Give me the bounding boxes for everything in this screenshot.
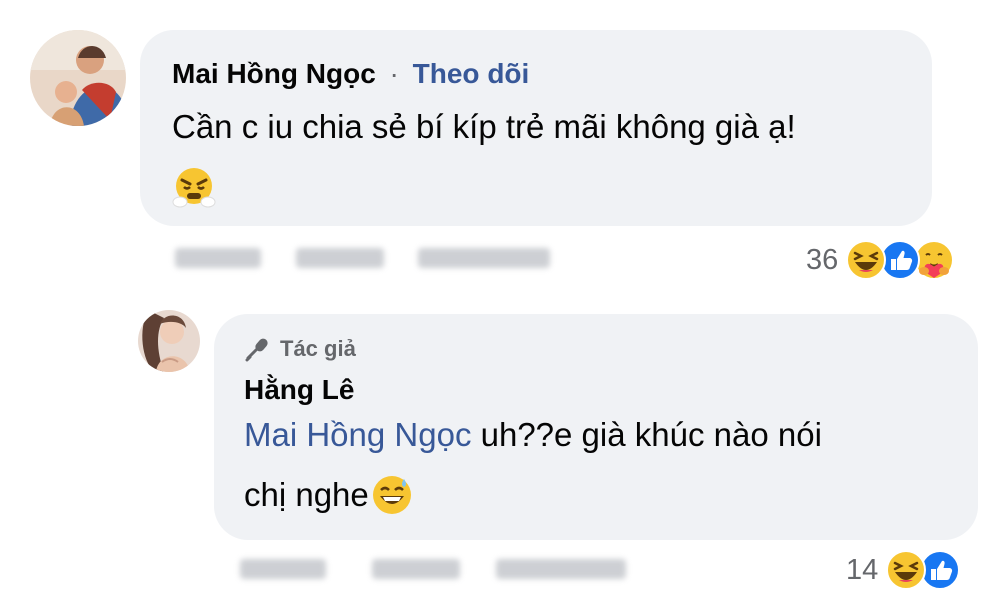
- like-reaction-icon: [880, 240, 921, 280]
- blurred-reply-timestamp: [240, 559, 326, 579]
- comment-text: Cần c iu chia sẻ bí kíp trẻ mãi không gi…: [172, 108, 796, 145]
- reply-text-line1: uh??e già khúc nào nói: [471, 416, 822, 453]
- reply-bubble: Tác giả Hằng Lê Mai Hồng Ngọc uh??e già …: [214, 314, 978, 540]
- reaction-summary[interactable]: 36: [806, 240, 955, 280]
- author-badge: Tác giả: [244, 336, 356, 362]
- huffing-face-emoji: [170, 164, 218, 212]
- reply-author-name[interactable]: Hằng Lê: [244, 374, 354, 406]
- blurred-reply-like-action[interactable]: [372, 559, 460, 579]
- sweat-smile-emoji: [371, 474, 413, 516]
- blurred-like-action[interactable]: [296, 248, 384, 268]
- author-badge-label: Tác giả: [280, 336, 356, 361]
- care-reaction-icon: [914, 240, 955, 280]
- blurred-reply-reply-action[interactable]: [496, 559, 626, 579]
- follow-link[interactable]: Theo dõi: [413, 58, 530, 89]
- blurred-timestamp: [175, 248, 261, 268]
- commenter-avatar[interactable]: [30, 30, 126, 126]
- reply-reaction-summary[interactable]: 14: [846, 550, 961, 590]
- reply-reaction-count: 14: [846, 553, 879, 586]
- haha-reaction-icon: [886, 550, 927, 590]
- reply-text-line2-row: chị nghe: [244, 474, 413, 516]
- blurred-reply-action[interactable]: [418, 248, 550, 268]
- mention-link[interactable]: Mai Hồng Ngọc: [244, 416, 471, 453]
- reaction-count: 36: [806, 243, 839, 276]
- comment-header: Mai Hồng Ngọc · Theo dõi: [172, 58, 529, 90]
- reply-author-avatar[interactable]: [138, 310, 200, 372]
- reply-text-line2: chị nghe: [244, 476, 369, 513]
- comment-bubble: Mai Hồng Ngọc · Theo dõi Cần c iu chia s…: [140, 30, 932, 226]
- like-reaction-icon: [920, 550, 961, 590]
- comment-author-name[interactable]: Mai Hồng Ngọc: [172, 58, 376, 89]
- microphone-icon: [244, 336, 270, 362]
- separator-dot: ·: [389, 58, 399, 89]
- haha-reaction-icon: [846, 240, 887, 280]
- reply-text: Mai Hồng Ngọc uh??e già khúc nào nói: [244, 416, 822, 454]
